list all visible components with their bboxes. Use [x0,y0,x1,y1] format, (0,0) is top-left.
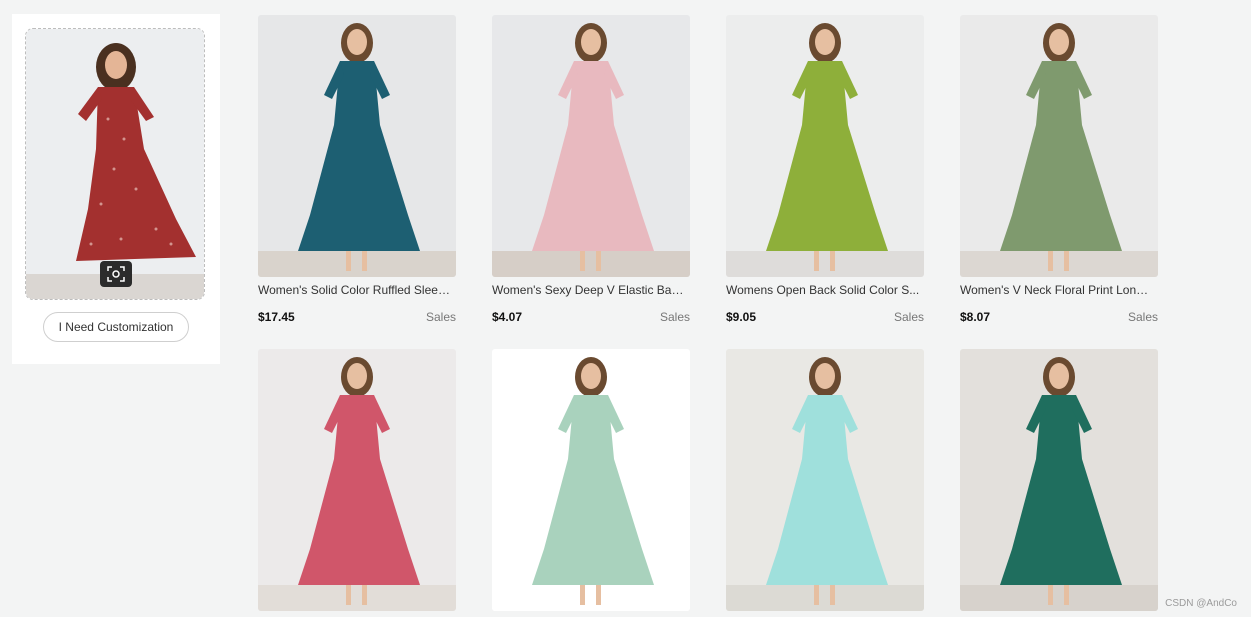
product-title[interactable]: Womens Open Back Solid Color S... [726,282,920,298]
product-sales: Sales [893,310,924,324]
product-sales: Sales [425,310,456,324]
product-card[interactable]: Women's Sexy Deep V Elastic Ban... $4.07 S… [492,15,690,324]
product-card[interactable]: Womens Open Back Solid Color S... $9.05 Sa… [726,15,924,324]
product-title[interactable]: Women's V Neck Floral Print Long ... [960,282,1154,298]
image-search-icon[interactable] [100,261,132,287]
query-dress-photo [26,29,204,299]
product-card[interactable] [492,349,690,611]
product-sales: Sales [1127,310,1158,324]
product-card[interactable]: Women's Solid Color Ruffled Sleeve... $17… [258,15,456,324]
product-meta: $9.05 Sales [726,310,924,324]
customization-button[interactable]: I Need Customization [43,312,189,342]
product-image[interactable] [492,15,690,277]
product-card[interactable] [726,349,924,611]
product-image[interactable] [726,15,924,277]
product-price: $17.45 [258,310,295,324]
product-card[interactable] [258,349,456,611]
watermark: CSDN @AndCo [1165,598,1237,609]
product-image[interactable] [960,15,1158,277]
product-image[interactable] [726,349,924,611]
product-image[interactable] [492,349,690,611]
product-card[interactable]: Women's V Neck Floral Print Long ... $8.0… [960,15,1158,324]
product-price: $8.07 [960,310,991,324]
product-image[interactable] [960,349,1158,611]
product-card[interactable] [960,349,1158,611]
product-title[interactable]: Women's Solid Color Ruffled Sleeve... [258,282,452,298]
product-sales: Sales [659,310,690,324]
product-price: $4.07 [492,310,523,324]
product-meta: $4.07 Sales [492,310,690,324]
product-title[interactable]: Women's Sexy Deep V Elastic Ban... [492,282,686,298]
product-meta: $8.07 Sales [960,310,1158,324]
query-panel: I Need Customization [12,14,220,364]
product-meta: $17.45 Sales [258,310,456,324]
product-image[interactable] [258,15,456,277]
product-image[interactable] [258,349,456,611]
query-image[interactable] [25,28,205,300]
product-price: $9.05 [726,310,757,324]
